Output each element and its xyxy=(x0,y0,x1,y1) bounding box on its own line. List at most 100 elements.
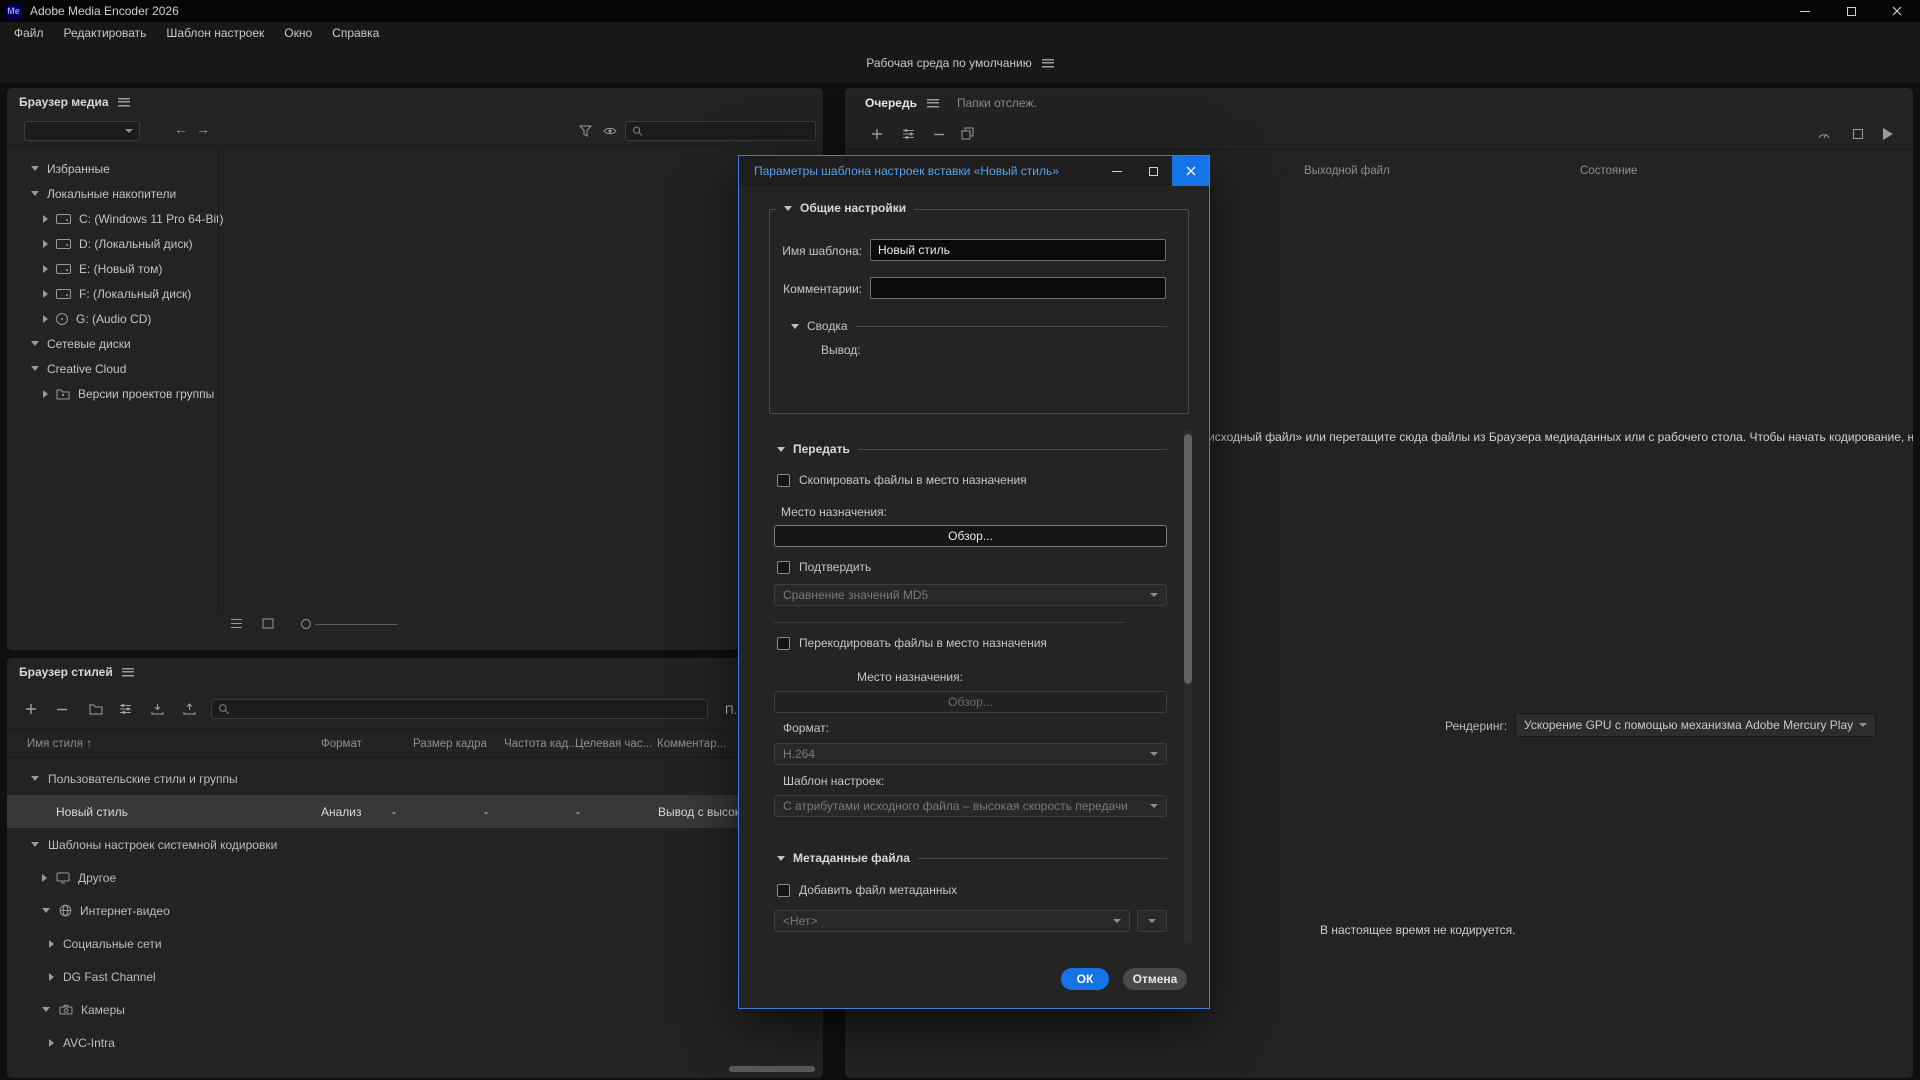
menu-help[interactable]: Справка xyxy=(322,22,389,44)
preset-group-user[interactable]: Пользовательские стили и группы xyxy=(7,762,823,795)
add-metadata-checkbox[interactable] xyxy=(777,884,790,897)
media-browser-menu-icon[interactable] xyxy=(118,98,130,107)
transfer-section-toggle[interactable]: Передать xyxy=(777,442,1167,456)
summary-section-toggle[interactable]: Сводка xyxy=(791,319,1167,333)
zoom-slider-track[interactable] xyxy=(315,624,398,625)
chevron-right-icon[interactable] xyxy=(43,315,48,323)
verify-checkbox[interactable] xyxy=(777,561,790,574)
chevron-right-icon[interactable] xyxy=(43,390,48,398)
back-button[interactable]: ← xyxy=(174,119,188,139)
media-source-select[interactable] xyxy=(24,121,140,141)
preset-browser-menu-icon[interactable] xyxy=(122,668,134,677)
column-frame-size[interactable]: Размер кадра xyxy=(413,730,487,758)
chevron-right-icon[interactable] xyxy=(49,973,54,981)
tree-item-network-drives[interactable]: Сетевые диски xyxy=(7,331,218,356)
cancel-button[interactable]: Отмена xyxy=(1123,968,1187,990)
chevron-down-icon[interactable] xyxy=(31,842,39,847)
ok-button[interactable]: ОК xyxy=(1061,968,1109,990)
new-group-icon[interactable] xyxy=(89,703,103,715)
dialog-minimize-button[interactable] xyxy=(1098,156,1135,186)
tree-item-team-projects[interactable]: Версии проектов группы xyxy=(7,381,218,406)
chevron-down-icon[interactable] xyxy=(31,776,39,781)
tree-item-drive-e[interactable]: E: (Новый том) xyxy=(7,256,218,281)
metadata-section-toggle[interactable]: Метаданные файла xyxy=(777,851,1167,865)
preset-settings-icon[interactable] xyxy=(119,703,132,715)
column-preset-name[interactable]: Имя стиля ↑ xyxy=(27,730,92,758)
zoom-slider-handle[interactable] xyxy=(301,619,311,629)
preset-group-web-video[interactable]: Интернет-видео xyxy=(7,894,823,927)
tree-item-drive-d[interactable]: D: (Локальный диск) xyxy=(7,231,218,256)
tree-item-local-drives[interactable]: Локальные накопители xyxy=(7,181,218,206)
column-target-rate[interactable]: Целевая час... xyxy=(575,730,652,758)
preset-group-system[interactable]: Шаблоны настроек системной кодировки xyxy=(7,828,823,861)
workspace-menu-icon[interactable] xyxy=(1042,59,1054,68)
preset-group-avc-intra[interactable]: AVC-Intra xyxy=(7,1026,823,1059)
dialog-close-button[interactable] xyxy=(1172,156,1209,186)
tab-watch-folders[interactable]: Папки отслеж. xyxy=(957,96,1037,110)
menu-preset[interactable]: Шаблон настроек xyxy=(156,22,274,44)
preset-search-input[interactable] xyxy=(235,700,707,718)
maximize-button[interactable] xyxy=(1828,0,1874,22)
list-view-icon[interactable] xyxy=(230,618,243,629)
eye-icon[interactable] xyxy=(603,126,617,136)
duplicate-icon[interactable] xyxy=(961,127,974,140)
preset-group-other[interactable]: Другое xyxy=(7,861,823,894)
menu-window[interactable]: Окно xyxy=(274,22,322,44)
minimize-button[interactable] xyxy=(1782,0,1828,22)
column-comment[interactable]: Комментар... xyxy=(657,730,726,758)
general-settings-toggle[interactable]: Общие настройки xyxy=(776,201,914,215)
tree-item-audio-cd[interactable]: G: (Audio CD) xyxy=(7,306,218,331)
close-button[interactable] xyxy=(1874,0,1920,22)
preset-name-field[interactable] xyxy=(870,239,1166,261)
start-queue-button[interactable] xyxy=(1883,128,1893,140)
forward-button[interactable]: → xyxy=(196,119,210,139)
column-status[interactable]: Состояние xyxy=(1580,165,1637,177)
chevron-down-icon[interactable] xyxy=(31,191,39,196)
transcode-checkbox[interactable] xyxy=(777,637,790,650)
add-preset-icon[interactable] xyxy=(25,703,37,715)
chevron-right-icon[interactable] xyxy=(43,265,48,273)
add-source-icon[interactable] xyxy=(871,128,883,140)
preset-search-box[interactable] xyxy=(211,699,708,719)
column-output-file[interactable]: Выходной файл xyxy=(1304,165,1390,177)
chevron-right-icon[interactable] xyxy=(49,1039,54,1047)
media-search-input[interactable] xyxy=(648,122,815,140)
column-frame-rate[interactable]: Частота кад... xyxy=(504,730,578,758)
chevron-down-icon[interactable] xyxy=(31,341,39,346)
chevron-down-icon[interactable] xyxy=(31,366,39,371)
dialog-scrollbar-thumb[interactable] xyxy=(1184,434,1192,684)
column-format[interactable]: Формат xyxy=(321,730,362,758)
tree-item-drive-c[interactable]: C: (Windows 11 Pro 64-Bit) xyxy=(7,206,218,231)
chevron-right-icon[interactable] xyxy=(43,290,48,298)
import-preset-icon[interactable] xyxy=(151,703,164,715)
filter-icon[interactable] xyxy=(579,125,592,137)
tree-item-creative-cloud[interactable]: Creative Cloud xyxy=(7,356,218,381)
thumbnail-view-icon[interactable] xyxy=(262,618,274,629)
queue-meter-icon[interactable] xyxy=(1817,128,1831,140)
media-search-box[interactable] xyxy=(625,121,816,141)
chevron-right-icon[interactable] xyxy=(43,215,48,223)
tree-item-drive-f[interactable]: F: (Локальный диск) xyxy=(7,281,218,306)
chevron-right-icon[interactable] xyxy=(43,240,48,248)
remove-preset-icon[interactable] xyxy=(56,708,68,711)
chevron-right-icon[interactable] xyxy=(49,940,54,948)
workspace-switcher[interactable]: Рабочая среда по умолчанию xyxy=(866,56,1053,70)
stop-button[interactable] xyxy=(1853,129,1863,139)
chevron-right-icon[interactable] xyxy=(42,874,47,882)
tree-item-favorites[interactable]: Избранные xyxy=(7,156,218,181)
preset-group-dg-fast-channel[interactable]: DG Fast Channel xyxy=(7,960,823,993)
comments-field[interactable] xyxy=(870,277,1166,299)
menu-edit[interactable]: Редактировать xyxy=(54,22,157,44)
preset-group-social[interactable]: Социальные сети xyxy=(7,927,823,960)
tab-queue[interactable]: Очередь xyxy=(865,96,917,110)
chevron-down-icon[interactable] xyxy=(42,908,50,913)
dialog-maximize-button[interactable] xyxy=(1135,156,1172,186)
horizontal-scrollbar[interactable] xyxy=(729,1066,815,1072)
browse-button[interactable]: Обзор... xyxy=(774,525,1167,547)
copy-files-checkbox[interactable] xyxy=(777,474,790,487)
export-preset-icon[interactable] xyxy=(183,703,196,715)
queue-settings-icon[interactable] xyxy=(902,128,915,140)
queue-menu-icon[interactable] xyxy=(927,99,939,108)
preset-group-cameras[interactable]: Камеры xyxy=(7,993,823,1026)
preset-row-selected[interactable]: Новый стиль Анализ - - - Вывод с высок xyxy=(7,795,823,828)
